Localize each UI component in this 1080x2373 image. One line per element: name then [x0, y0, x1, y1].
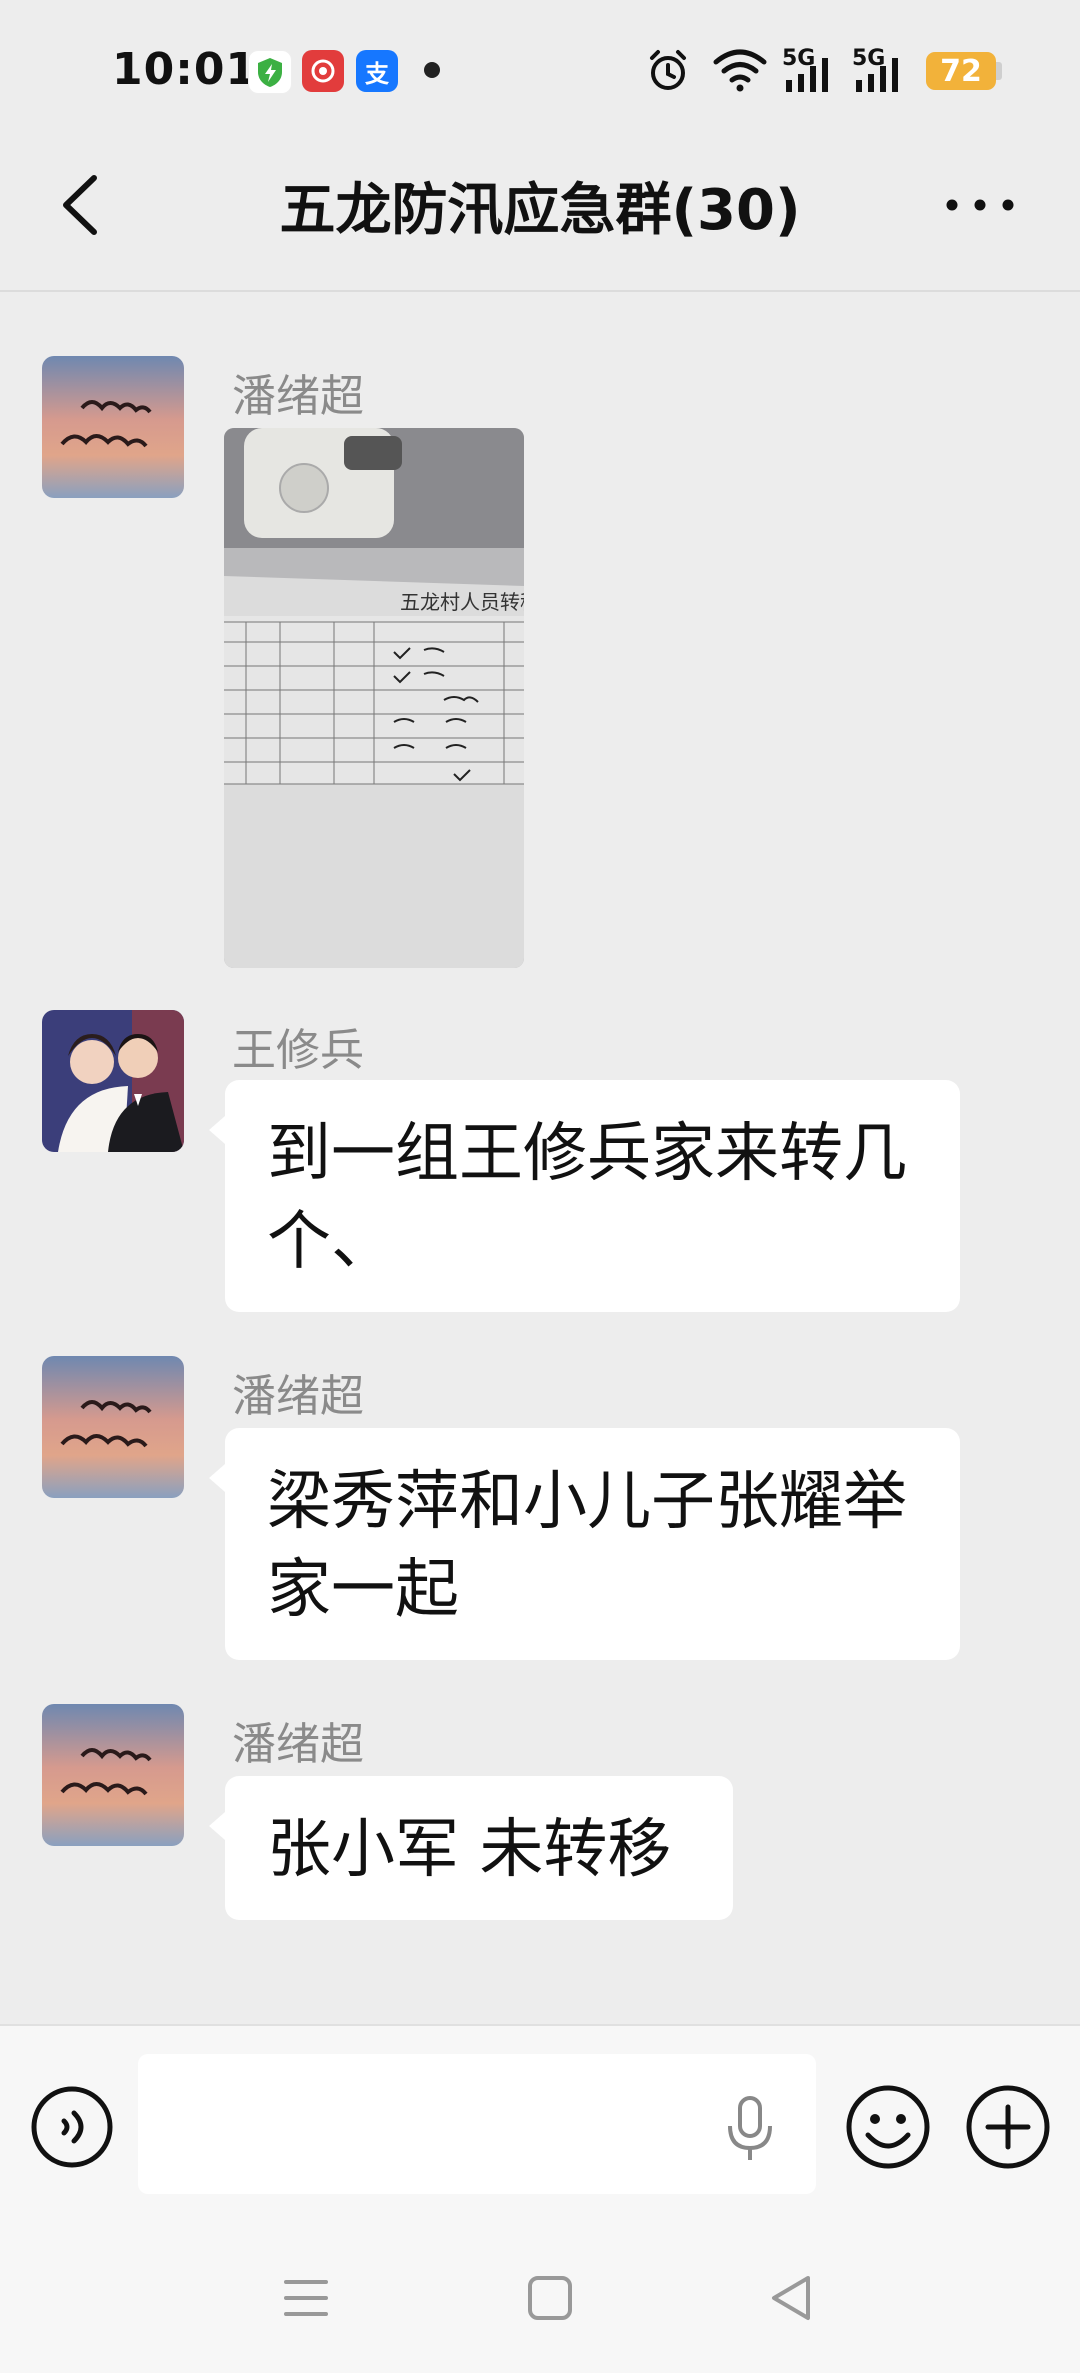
message-bubble[interactable]: 张小军 未转移: [225, 1776, 733, 1920]
nav-back-button[interactable]: [760, 2268, 820, 2328]
wifi-icon: [713, 49, 767, 92]
more-options-button[interactable]: [940, 185, 1020, 225]
voice-input-button[interactable]: [30, 2085, 114, 2169]
avatar[interactable]: [42, 356, 184, 498]
shopping-app-icon: [302, 50, 344, 92]
signal-strength-2-icon: [856, 58, 898, 92]
message-photo[interactable]: 五龙村人员转移: [224, 428, 524, 968]
bubble-tail: [209, 1464, 225, 1492]
message-sender: 潘绪超: [232, 1371, 364, 1422]
message-bubble[interactable]: 梁秀萍和小儿子张耀举家一起: [225, 1428, 960, 1660]
message-sender: 潘绪超: [232, 1719, 364, 1770]
bubble-tail: [209, 1812, 225, 1840]
message-bubble[interactable]: 到一组王修兵家来转几个、: [225, 1080, 960, 1312]
plus-button[interactable]: [964, 2083, 1052, 2171]
alarm-icon: [650, 50, 686, 90]
emoji-button[interactable]: [844, 2083, 932, 2171]
security-app-icon: [248, 50, 292, 94]
signal-strength-icon: [786, 58, 828, 92]
photo-caption: 五龙村人员转移: [400, 590, 524, 614]
nav-home-button[interactable]: [520, 2268, 580, 2328]
chat-title: 五龙防汛应急群(30): [279, 178, 801, 243]
avatar[interactable]: [42, 1704, 184, 1846]
message-input[interactable]: [138, 2054, 816, 2194]
status-time: 10:01: [112, 44, 258, 95]
bubble-tail: [209, 1116, 225, 1144]
avatar[interactable]: [42, 1356, 184, 1498]
nav-menu-button[interactable]: [276, 2268, 336, 2328]
mic-button[interactable]: [720, 2094, 780, 2164]
notification-dot-icon: [424, 62, 440, 78]
header-divider: [0, 290, 1080, 292]
back-button[interactable]: [52, 170, 112, 240]
status-bar: 10:01 支 5G 5G 72: [0, 0, 1080, 140]
battery-tip: [996, 62, 1002, 80]
avatar[interactable]: [42, 1010, 184, 1152]
message-sender: 王修兵: [232, 1025, 364, 1076]
battery-indicator: 72: [926, 52, 996, 90]
message-sender: 潘绪超: [232, 371, 364, 422]
alipay-app-icon: 支: [356, 50, 398, 92]
